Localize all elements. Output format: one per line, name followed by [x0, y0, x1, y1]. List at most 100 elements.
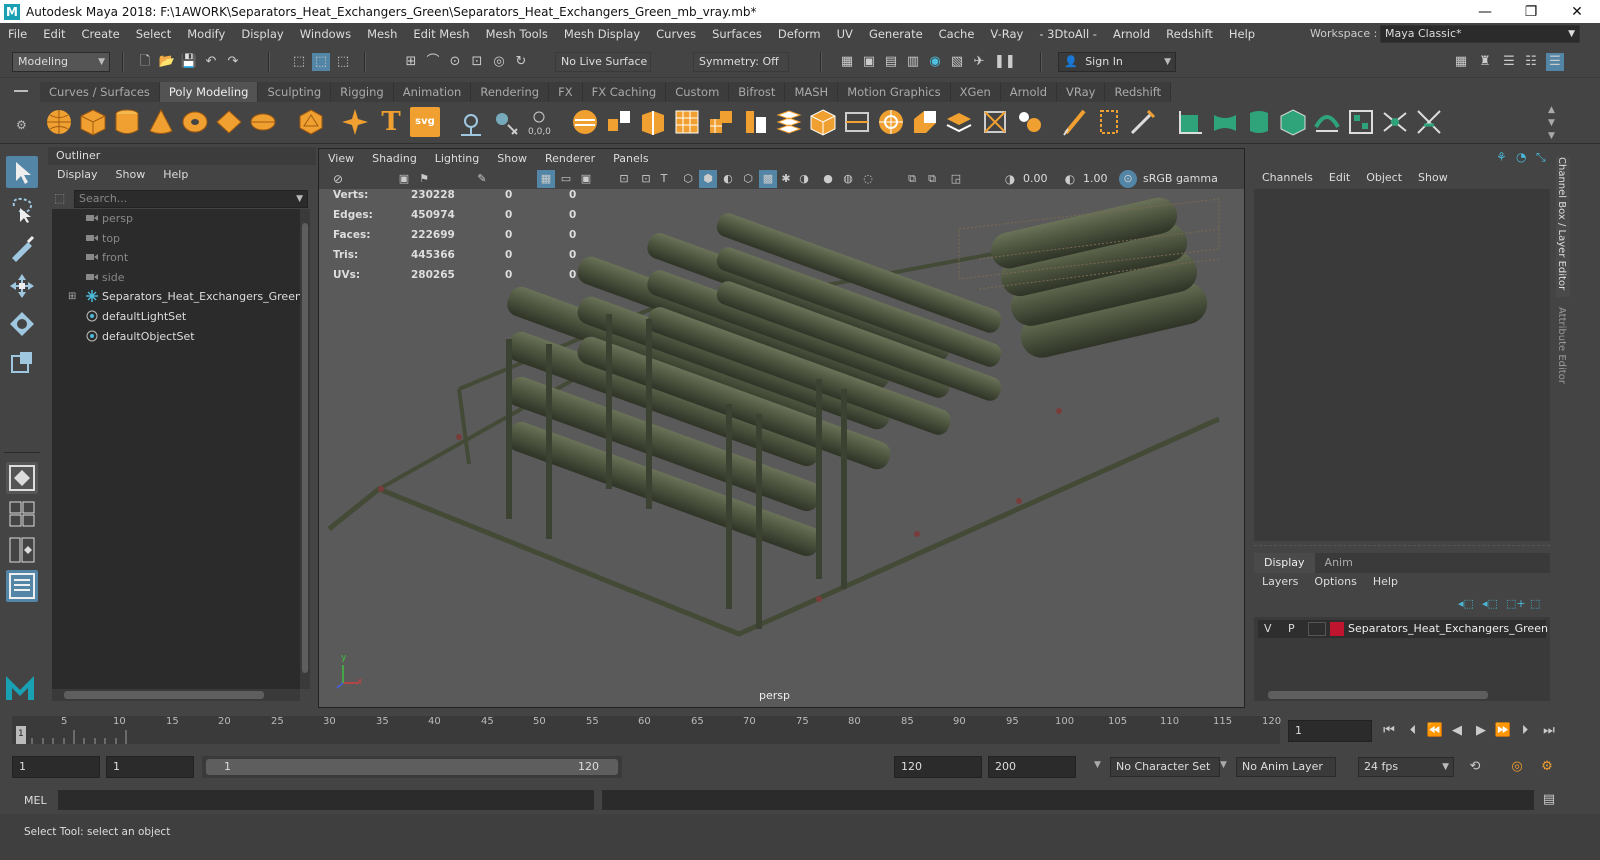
- go-to-start-icon[interactable]: ⏮: [1380, 722, 1398, 740]
- platonic-solid-icon[interactable]: [296, 107, 326, 137]
- channel-box-options-icon[interactable]: ◔: [1516, 150, 1526, 164]
- poly-cube-icon[interactable]: [78, 107, 108, 137]
- outliner-item-model-group[interactable]: ⊞ Separators_Heat_Exchangers_Green_nc: [52, 287, 300, 306]
- outliner-menu-display[interactable]: Display: [48, 165, 107, 185]
- restore-button[interactable]: ❐: [1508, 0, 1554, 23]
- range-slider[interactable]: 1 120: [202, 756, 622, 778]
- outliner-layout-icon[interactable]: [6, 570, 38, 602]
- save-scene-icon[interactable]: 💾: [180, 53, 198, 71]
- uv-scissors-icon[interactable]: [1414, 107, 1444, 137]
- super-shape-icon[interactable]: [340, 107, 370, 137]
- shelf-settings-icon[interactable]: ⚙: [16, 118, 27, 132]
- menu-uv[interactable]: UV: [829, 27, 861, 41]
- step-forward-frame-icon[interactable]: ⏵: [1516, 722, 1534, 740]
- snap-grid-icon[interactable]: ⊞: [402, 53, 420, 71]
- uv-cylindrical-icon[interactable]: [1244, 107, 1274, 137]
- bridge-icon[interactable]: [604, 107, 634, 137]
- menu-modify[interactable]: Modify: [179, 27, 233, 41]
- uv-planar-icon[interactable]: [1210, 107, 1240, 137]
- auto-key-icon[interactable]: ◎: [1508, 758, 1526, 776]
- textured-icon[interactable]: ▩: [759, 170, 777, 188]
- menu-deform[interactable]: Deform: [770, 27, 829, 41]
- current-frame-field[interactable]: 1: [1288, 720, 1372, 742]
- menu-windows[interactable]: Windows: [292, 27, 359, 41]
- gamma-icon[interactable]: ◐: [1061, 170, 1079, 188]
- pause-icon[interactable]: ❚❚: [994, 53, 1016, 71]
- move-layer-up-icon[interactable]: ◂⬚: [1458, 597, 1474, 610]
- crease-icon[interactable]: [876, 107, 906, 137]
- viewport-menu-shading[interactable]: Shading: [363, 149, 426, 169]
- side-tab-channel-box[interactable]: Channel Box / Layer Editor: [1556, 157, 1570, 297]
- screen-space-ao-icon[interactable]: ●: [819, 170, 837, 188]
- script-editor-icon[interactable]: ▤: [1540, 791, 1558, 809]
- menu-vray[interactable]: V-Ray: [982, 27, 1031, 41]
- panel-splitter[interactable]: [1254, 545, 1550, 549]
- shelf-tab-motion-graphics[interactable]: Motion Graphics: [838, 82, 951, 102]
- character-set-dropdown[interactable]: No Character Set: [1110, 757, 1220, 777]
- redo-icon[interactable]: ↷: [224, 53, 242, 71]
- minimize-button[interactable]: —: [1462, 0, 1508, 23]
- step-forward-key-icon[interactable]: ⏩: [1494, 722, 1512, 740]
- grease-pencil-icon[interactable]: ✎: [473, 170, 491, 188]
- shelf-tab-poly-modeling[interactable]: Poly Modeling: [159, 82, 259, 102]
- select-tool-icon[interactable]: [6, 156, 38, 188]
- color-management-icon[interactable]: ⊙: [1119, 170, 1137, 188]
- fps-dropdown[interactable]: 24 fps ▼: [1358, 757, 1454, 777]
- channel-box-expand-icon[interactable]: ⤡: [1536, 150, 1546, 165]
- single-perspective-view-icon[interactable]: [6, 462, 38, 494]
- side-tab-attribute-editor[interactable]: Attribute Editor: [1556, 307, 1570, 397]
- outliner-item-top[interactable]: top: [52, 229, 300, 248]
- menu-arnold[interactable]: Arnold: [1105, 27, 1158, 41]
- anti-aliasing-icon[interactable]: ◌: [859, 170, 877, 188]
- menu-set-dropdown[interactable]: Modeling ▼: [12, 52, 110, 72]
- separate-icon[interactable]: [490, 107, 520, 137]
- character-controls-icon[interactable]: ♜: [1476, 53, 1494, 71]
- rotate-tool-icon[interactable]: [6, 308, 38, 340]
- vray-render-icon[interactable]: ✈: [970, 53, 988, 71]
- spin-edge-icon[interactable]: [1128, 107, 1158, 137]
- viewport-menu-lighting[interactable]: Lighting: [426, 149, 488, 169]
- play-forwards-icon[interactable]: ▶: [1472, 722, 1490, 740]
- menu-mesh-tools[interactable]: Mesh Tools: [478, 27, 556, 41]
- anim-layer-dropdown[interactable]: No Anim Layer: [1236, 757, 1336, 777]
- smooth-shade-icon[interactable]: ⬢: [699, 170, 717, 188]
- render-frame-icon[interactable]: ▣: [860, 53, 878, 71]
- shelf-tab-custom[interactable]: Custom: [666, 82, 730, 102]
- live-surface-field[interactable]: No Live Surface: [555, 52, 651, 72]
- offset-edge-loop-icon[interactable]: [740, 107, 770, 137]
- poly-disc-icon[interactable]: [248, 107, 278, 137]
- close-button[interactable]: ✕: [1554, 0, 1600, 23]
- time-slider-track[interactable]: 5 10 15 20 25 30 35 40 45 50 55 60 65 70…: [12, 716, 1281, 744]
- exposure-value[interactable]: 0.00: [1023, 172, 1048, 185]
- wireframe-icon[interactable]: ⬡: [679, 170, 697, 188]
- snap-view-icon[interactable]: ⊡: [468, 53, 486, 71]
- channels-edit-menu[interactable]: Edit: [1321, 169, 1358, 187]
- smooth-icon[interactable]: 0,0,0: [524, 107, 554, 137]
- xray-icon[interactable]: ⧉: [923, 170, 941, 188]
- viewport-menu-show[interactable]: Show: [488, 149, 536, 169]
- uv-symmetry-icon[interactable]: [1380, 107, 1410, 137]
- menu-create[interactable]: Create: [74, 27, 128, 41]
- paint-select-icon[interactable]: [6, 232, 38, 264]
- default-material-icon[interactable]: ◐: [719, 170, 737, 188]
- select-component-icon[interactable]: ⬚: [334, 53, 352, 71]
- poly-cone-icon[interactable]: [146, 107, 176, 137]
- workspace-select[interactable]: Maya Classic* ▼: [1380, 25, 1580, 43]
- menu-generate[interactable]: Generate: [861, 27, 931, 41]
- svg-tool-icon[interactable]: svg: [410, 107, 440, 137]
- layer-display-type-toggle[interactable]: [1308, 622, 1326, 636]
- outliner-vertical-scrollbar[interactable]: [300, 209, 310, 689]
- 3d-viewport[interactable]: Verts: 230228 0 0 Edges: 450974 0 0 Face…: [319, 189, 1244, 707]
- color-space-label[interactable]: sRGB gamma: [1143, 172, 1218, 185]
- channels-object-menu[interactable]: Object: [1358, 169, 1410, 187]
- shelf-scroll-icon[interactable]: ▲ ▼ ▼: [1548, 104, 1555, 143]
- resolution-gate-icon[interactable]: ▣: [577, 170, 595, 188]
- scale-tool-icon[interactable]: [6, 346, 38, 378]
- shelf-tab-curves-surfaces[interactable]: Curves / Surfaces: [40, 82, 160, 102]
- render-settings-icon[interactable]: ▥: [904, 53, 922, 71]
- render-view-icon[interactable]: ▧: [948, 53, 966, 71]
- layer-color-swatch[interactable]: [1330, 622, 1344, 636]
- menu-display[interactable]: Display: [233, 27, 291, 41]
- layer-tab-anim[interactable]: Anim: [1315, 553, 1363, 573]
- outliner-item-default-object-set[interactable]: defaultObjectSet: [52, 327, 300, 346]
